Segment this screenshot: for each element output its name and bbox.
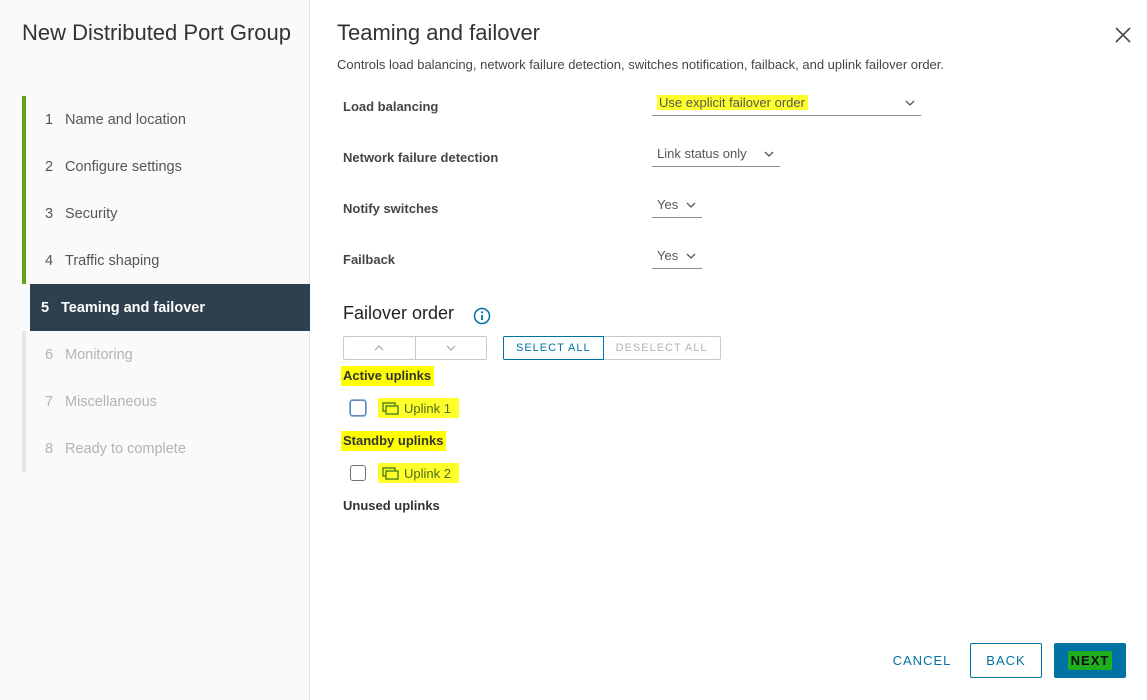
selection-buttons: SELECT ALL DESELECT ALL: [503, 336, 721, 360]
step-label: Traffic shaping: [65, 252, 160, 269]
notify-switches-label: Notify switches: [343, 201, 439, 216]
uplink-icon: [382, 401, 399, 415]
wizard-title: New Distributed Port Group: [22, 20, 291, 45]
uplink-1-checkbox[interactable]: [350, 400, 366, 416]
network-failure-detection-value: Link status only: [657, 146, 747, 161]
step-miscellaneous: 7 Miscellaneous: [22, 378, 310, 425]
step-label: Configure settings: [65, 158, 182, 175]
uplink-2-label: Uplink 2: [404, 465, 451, 481]
active-uplinks-label: Active uplinks: [341, 366, 435, 386]
step-traffic-shaping[interactable]: 4 Traffic shaping: [22, 237, 310, 284]
next-button-label: NEXT: [1067, 651, 1113, 670]
chevron-down-icon: [764, 151, 774, 157]
step-number: 3: [45, 205, 54, 222]
wizard-sidebar: New Distributed Port Group 1 Name and lo…: [0, 0, 310, 700]
step-label: Name and location: [65, 111, 186, 128]
step-label: Ready to complete: [65, 440, 186, 457]
uplink-icon: [382, 466, 399, 480]
step-security[interactable]: 3 Security: [22, 190, 310, 237]
step-label: Monitoring: [65, 346, 133, 363]
load-balancing-row: Load balancing Use explicit failover ord…: [343, 95, 943, 127]
chevron-down-icon: [686, 253, 696, 259]
page-description: Controls load balancing, network failure…: [337, 57, 945, 72]
chevron-down-icon: [686, 202, 696, 208]
step-number: 1: [45, 111, 54, 128]
standby-uplinks-label: Standby uplinks: [341, 431, 447, 451]
step-number: 7: [45, 393, 54, 410]
network-failure-detection-label: Network failure detection: [343, 150, 499, 165]
select-all-button[interactable]: SELECT ALL: [503, 336, 604, 360]
step-teaming-and-failover[interactable]: 5 Teaming and failover: [30, 284, 310, 331]
step-number: 5: [41, 299, 50, 316]
network-failure-detection-row: Network failure detection Link status on…: [343, 146, 943, 178]
step-number: 2: [45, 158, 54, 175]
arrow-up-icon: [374, 345, 384, 351]
deselect-all-button: DESELECT ALL: [603, 336, 721, 360]
step-label: Teaming and failover: [61, 299, 205, 316]
standby-uplink-item: Uplink 2: [350, 463, 550, 484]
notify-switches-select[interactable]: Yes: [652, 194, 702, 218]
notify-switches-value: Yes: [657, 197, 679, 212]
active-uplink-item: Uplink 1: [350, 398, 550, 419]
step-name-and-location[interactable]: 1 Name and location: [22, 96, 310, 143]
page-title: Teaming and failover: [337, 20, 541, 45]
uplink-1-item[interactable]: Uplink 1: [378, 398, 459, 418]
wizard-steps: 1 Name and location 2 Configure settings…: [22, 96, 310, 472]
network-failure-detection-select[interactable]: Link status only: [652, 143, 780, 167]
failback-value: Yes: [657, 248, 679, 263]
unused-uplinks-label: Unused uplinks: [343, 498, 440, 513]
step-label: Security: [65, 205, 118, 222]
move-up-button[interactable]: [344, 337, 415, 359]
load-balancing-value: Use explicit failover order: [657, 95, 808, 110]
failback-label: Failback: [343, 252, 396, 267]
close-button[interactable]: [1113, 25, 1133, 45]
uplink-2-item[interactable]: Uplink 2: [378, 463, 459, 483]
cancel-button[interactable]: CANCEL: [882, 643, 962, 678]
next-button[interactable]: NEXT: [1054, 643, 1126, 678]
failback-select[interactable]: Yes: [652, 245, 702, 269]
uplink-1-label: Uplink 1: [404, 400, 451, 416]
step-label: Miscellaneous: [65, 393, 157, 410]
close-icon: [1115, 27, 1131, 43]
step-number: 8: [45, 440, 54, 457]
step-ready-to-complete: 8 Ready to complete: [22, 425, 310, 472]
step-number: 4: [45, 252, 54, 269]
uplink-2-checkbox[interactable]: [350, 465, 366, 481]
step-monitoring: 6 Monitoring: [22, 331, 310, 378]
info-icon[interactable]: [473, 307, 491, 325]
step-configure-settings[interactable]: 2 Configure settings: [22, 143, 310, 190]
wizard-content: Teaming and failover Controls load balan…: [310, 0, 1147, 700]
step-number: 6: [45, 346, 54, 363]
move-down-button[interactable]: [414, 337, 487, 359]
move-order-buttons: [343, 336, 487, 360]
failover-order-title: Failover order: [343, 303, 455, 323]
arrow-down-icon: [446, 345, 456, 351]
load-balancing-select[interactable]: Use explicit failover order: [652, 92, 921, 116]
chevron-down-icon: [905, 100, 915, 106]
load-balancing-label: Load balancing: [343, 99, 439, 114]
failback-row: Failback Yes: [343, 248, 943, 280]
back-button[interactable]: BACK: [970, 643, 1042, 678]
notify-switches-row: Notify switches Yes: [343, 197, 943, 229]
